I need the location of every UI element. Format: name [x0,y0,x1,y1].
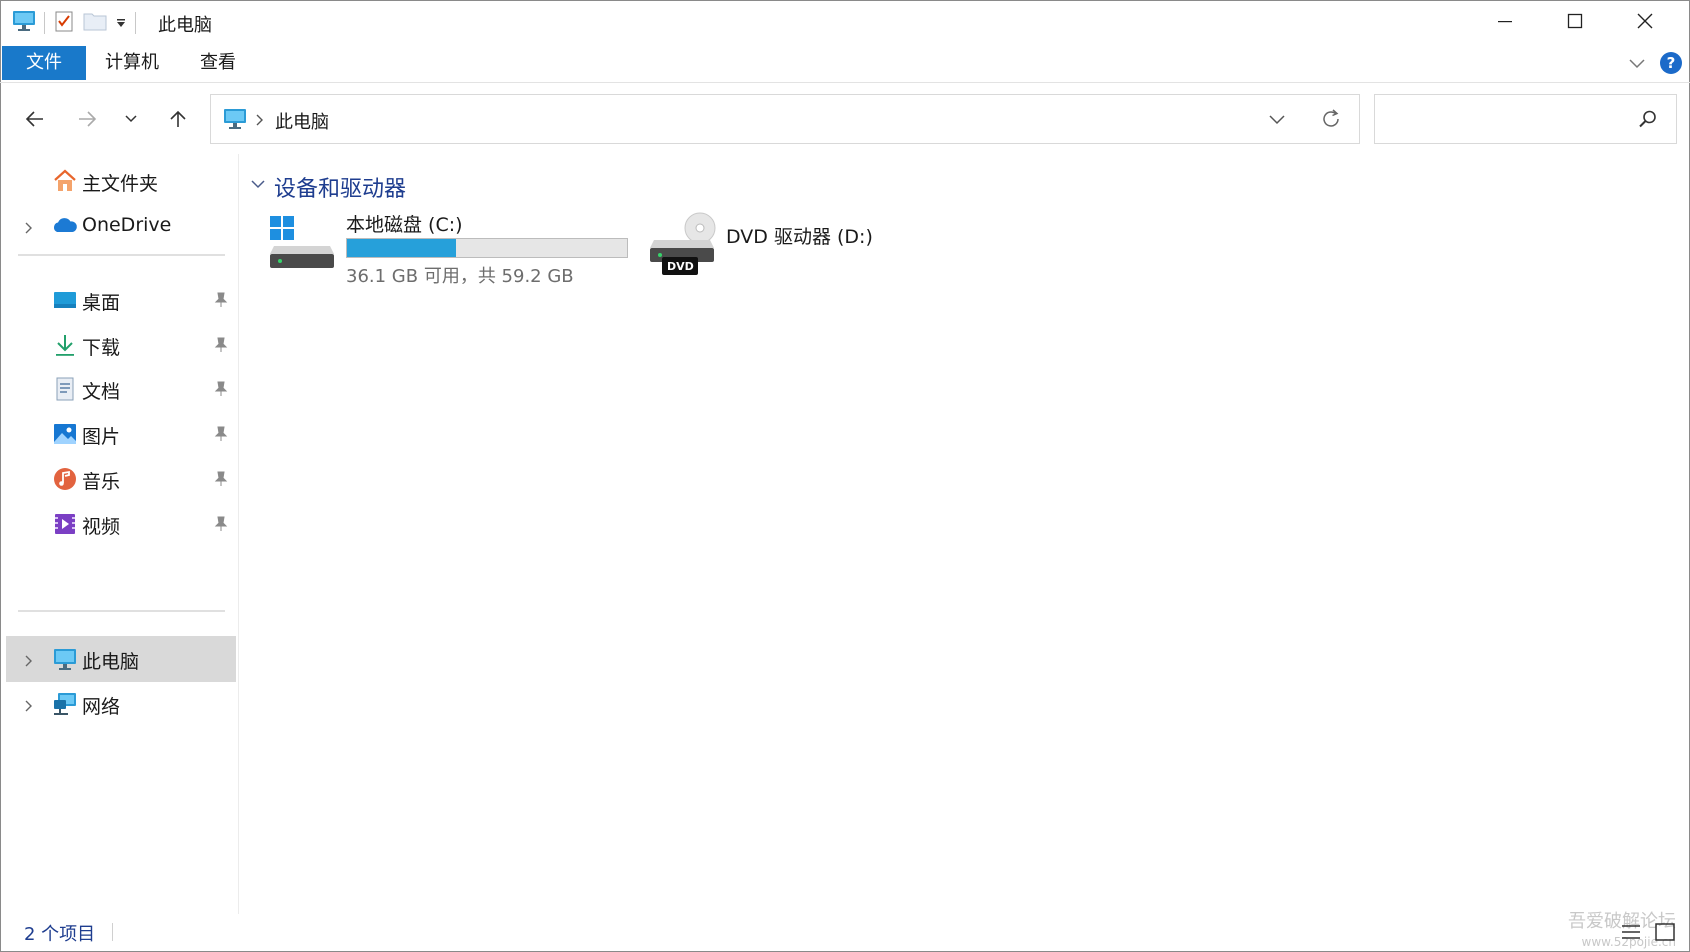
disk-usage-fill [347,239,457,257]
pane-splitter[interactable] [238,154,239,914]
drive-c-tile[interactable]: 本地磁盘 (C:) 36.1 GB 可用，共 59.2 GB [268,210,638,290]
arrow-right-icon [77,109,97,133]
close-icon [1637,13,1653,33]
status-separator [112,923,113,941]
sidebar-item-pictures[interactable]: 图片 [6,411,236,457]
sidebar-divider [18,254,225,256]
search-box[interactable] [1374,94,1677,144]
chevron-right-icon[interactable] [24,651,34,673]
documents-icon [52,376,78,402]
customize-toolbar-icon[interactable] [115,14,127,33]
new-folder-icon[interactable] [83,11,107,35]
toolbar-separator [44,12,45,34]
download-icon [52,332,78,358]
sidebar-item-documents[interactable]: 文档 [6,366,236,412]
sidebar-item-label: 网络 [82,696,121,718]
sidebar-item-label: 主文件夹 [82,173,159,195]
search-icon[interactable] [1638,109,1658,133]
help-button[interactable]: ? [1660,52,1682,74]
chevron-right-icon[interactable] [24,696,34,718]
pin-icon[interactable] [214,470,228,492]
sidebar-item-label: 此电脑 [82,651,140,673]
pictures-icon [52,421,78,447]
title-bar: 此电脑 [0,0,1690,46]
network-icon [52,691,78,717]
breadcrumb-chevron-icon[interactable] [255,112,265,131]
refresh-icon[interactable] [1319,107,1343,135]
quick-access-toolbar [12,10,136,36]
sidebar-item-label: 图片 [82,426,121,448]
maximize-button[interactable] [1540,0,1610,46]
sidebar-item-label: 文档 [82,381,121,403]
expand-ribbon-icon[interactable] [1628,54,1646,76]
recent-locations-button[interactable] [114,104,148,138]
sidebar-item-desktop[interactable]: 桌面 [6,277,236,323]
minimize-button[interactable] [1470,0,1540,46]
group-title: 设备和驱动器 [274,177,407,202]
drive-free-space: 36.1 GB 可用，共 59.2 GB [346,266,574,287]
local-disk-icon [268,212,336,276]
sidebar-item-videos[interactable]: 视频 [6,501,236,547]
sidebar-divider [18,610,225,612]
minimize-icon [1497,13,1513,33]
sidebar-item-this-pc[interactable]: 此电脑 [6,636,236,682]
details-view-icon[interactable] [1620,922,1642,942]
this-pc-icon [52,646,78,672]
pin-icon[interactable] [214,380,228,402]
pin-icon[interactable] [214,425,228,447]
item-count: 2 个项目 [24,924,96,945]
navigation-pane: 主文件夹 OneDrive 桌面 下载 文档 图片 音乐 视频 此电脑 网络 [0,154,238,914]
sidebar-item-home[interactable]: 主文件夹 [6,158,236,204]
breadcrumb-this-pc[interactable]: 此电脑 [275,108,329,134]
close-button[interactable] [1610,0,1680,46]
home-icon [52,168,78,194]
sidebar-item-onedrive[interactable]: OneDrive [6,203,236,249]
forward-button[interactable] [70,104,104,138]
up-button[interactable] [161,104,195,138]
tab-file[interactable]: 文件 [2,46,86,80]
tab-computer[interactable]: 计算机 [95,46,169,80]
chevron-down-icon [123,111,139,131]
music-icon [52,466,78,492]
this-pc-icon [12,10,36,36]
sidebar-item-label: 音乐 [82,471,121,493]
status-bar: 2 个项目 吾爱破解论坛 www.52pojie.cn [0,912,1690,950]
disk-usage-bar [346,238,628,258]
large-icons-view-icon[interactable] [1654,922,1676,942]
maximize-icon [1567,13,1583,33]
chevron-right-icon[interactable] [24,218,34,240]
toolbar-separator [135,12,136,34]
navigation-bar: 此电脑 [0,84,1690,154]
pin-icon[interactable] [214,291,228,313]
tab-view[interactable]: 查看 [190,46,246,80]
ribbon: 文件 计算机 查看 ? [0,46,1690,83]
desktop-icon [52,287,78,313]
sidebar-item-label: 视频 [82,516,121,538]
back-button[interactable] [18,104,52,138]
arrow-up-icon [168,109,188,133]
properties-icon[interactable] [53,10,75,36]
sidebar-item-network[interactable]: 网络 [6,681,236,727]
sidebar-item-label: 下载 [82,337,121,359]
pin-icon[interactable] [214,515,228,537]
onedrive-cloud-icon [52,213,78,239]
window-title: 此电脑 [158,15,212,36]
sidebar-item-downloads[interactable]: 下载 [6,322,236,368]
address-history-icon[interactable] [1267,109,1287,133]
sidebar-item-label: 桌面 [82,292,121,314]
this-pc-icon [223,108,247,134]
sidebar-item-label: OneDrive [82,214,172,236]
dvd-badge: DVD [667,260,694,273]
address-bar[interactable]: 此电脑 [210,94,1360,144]
videos-icon [52,511,78,537]
drive-name: 本地磁盘 (C:) [346,214,463,236]
arrow-left-icon [25,109,45,133]
drive-d-tile[interactable]: DVD DVD 驱动器 (D:) [648,210,898,290]
sidebar-item-music[interactable]: 音乐 [6,456,236,502]
pin-icon[interactable] [214,336,228,358]
chevron-down-icon[interactable] [250,176,266,195]
drive-name: DVD 驱动器 (D:) [726,226,873,248]
search-input[interactable] [1385,105,1629,135]
